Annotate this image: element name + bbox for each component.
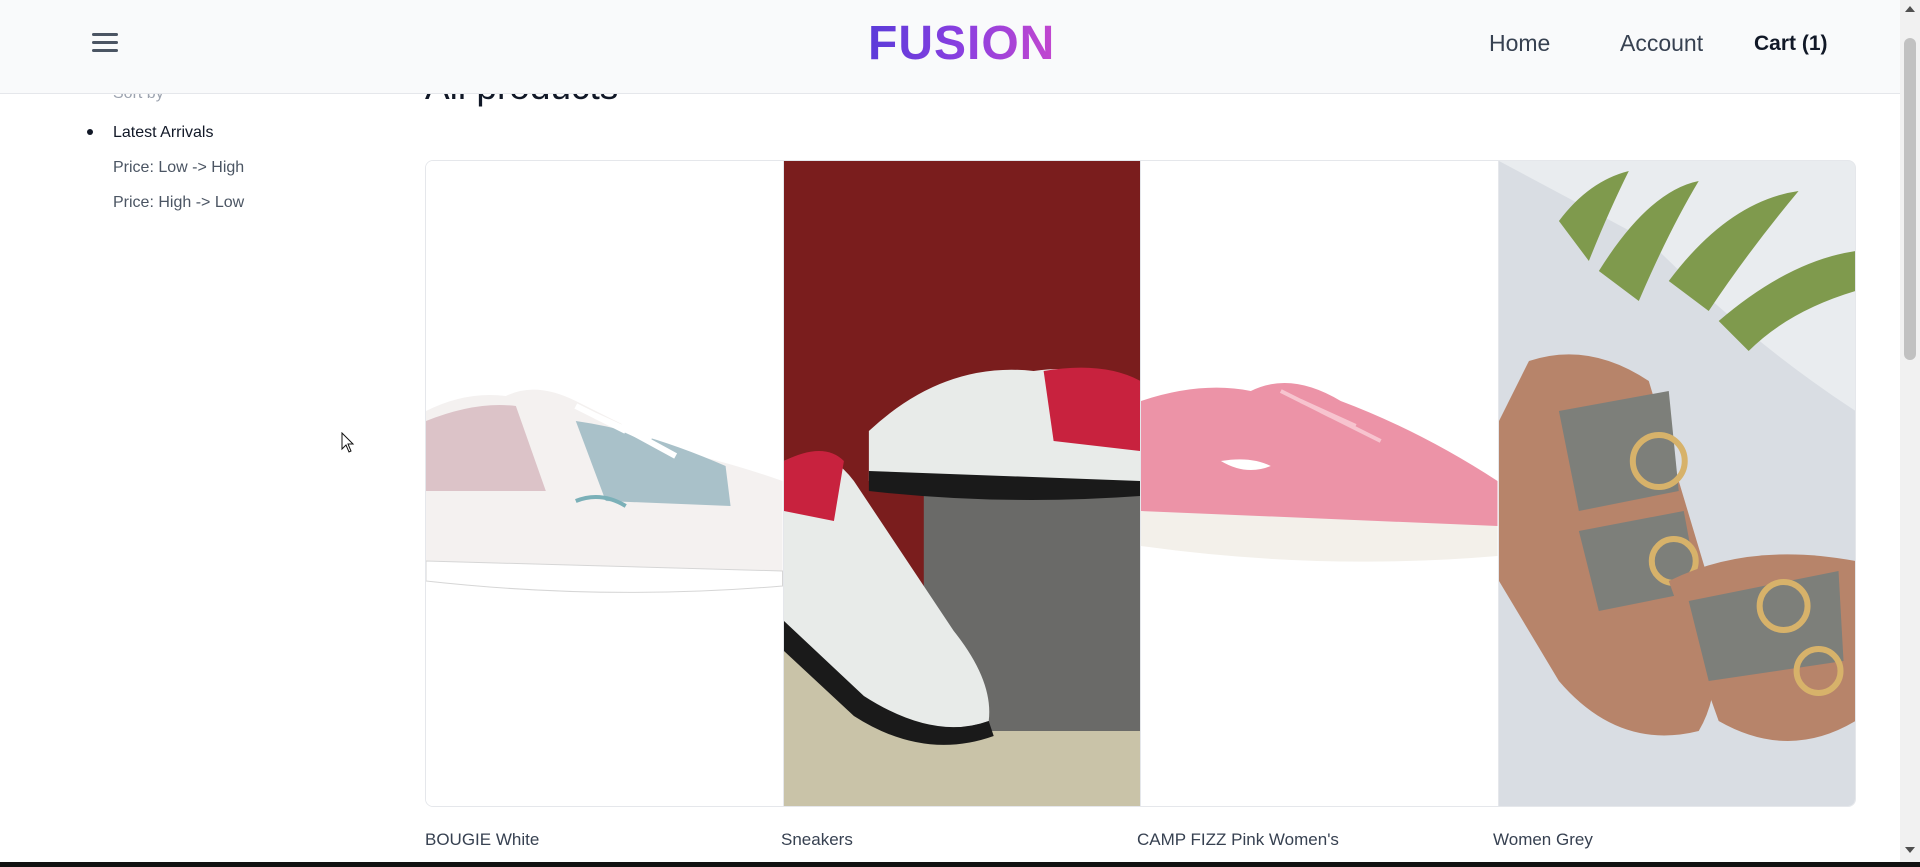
sort-option-price-high-low[interactable]: Price: High -> Low [113,194,244,229]
nav-cart-link[interactable]: Cart (1) [1754,32,1828,56]
vertical-scrollbar[interactable] [1900,0,1920,867]
product-card-camp-fizz[interactable] [1140,160,1499,807]
product-card-sneakers[interactable] [782,160,1141,807]
sort-option-label: Latest Arrivals [113,124,214,141]
nav-home-link[interactable]: Home [1489,30,1550,57]
hamburger-menu-icon[interactable] [92,30,118,56]
sort-option-price-low-high[interactable]: Price: Low -> High [113,159,244,194]
product-title[interactable]: BOUGIE White [425,830,781,850]
nav-account-link[interactable]: Account [1620,30,1703,57]
product-image-white-sneaker [426,161,783,806]
window-bottom-edge [0,862,1920,867]
product-grid [425,160,1856,807]
sort-option-label: Price: Low -> High [113,159,245,176]
product-titles-row: BOUGIE White Sneakers CAMP FIZZ Pink Wom… [425,830,1856,850]
product-title[interactable]: CAMP FIZZ Pink Women's [1137,830,1493,850]
top-navbar: FUSION Home Account Cart (1) [0,0,1900,94]
product-title[interactable]: Sneakers [781,830,1137,850]
sort-options-list: Latest Arrivals Price: Low -> High Price… [87,124,244,229]
product-image-pink-shoe [1141,161,1498,806]
product-image-black-red-sneakers [783,161,1140,806]
product-card-women-grey[interactable] [1497,160,1856,807]
sort-option-label: Price: High -> Low [113,194,245,211]
sort-option-latest-arrivals[interactable]: Latest Arrivals [87,124,244,159]
product-title[interactable]: Women Grey [1493,830,1849,850]
product-image-grey-sandals [1498,161,1855,806]
scroll-down-arrow-icon[interactable] [1905,847,1915,853]
mouse-cursor-icon [341,432,355,453]
brand-logo[interactable]: FUSION [868,16,1055,71]
scroll-up-arrow-icon[interactable] [1905,6,1915,12]
active-bullet-icon [87,129,93,135]
scrollbar-thumb[interactable] [1904,38,1916,360]
product-card-bougie-white[interactable] [425,160,784,807]
